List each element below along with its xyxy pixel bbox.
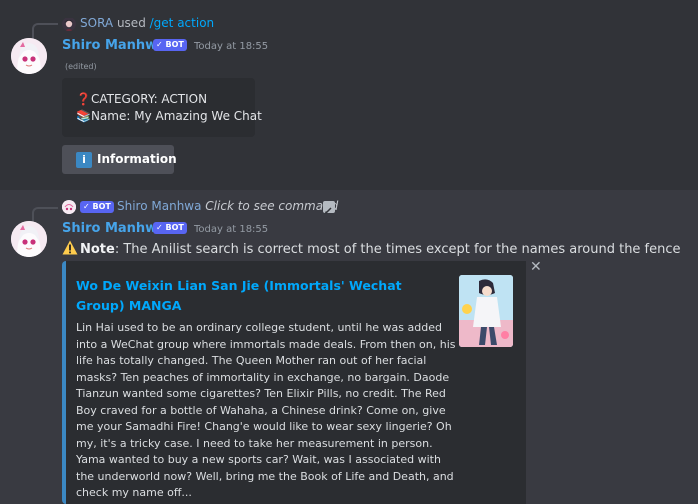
context-used-text: used [116, 16, 146, 30]
info-icon: i [76, 152, 92, 168]
embed-description: Lin Hai used to be an ordinary college s… [76, 321, 456, 499]
timestamp-2[interactable]: Today at 18:55 [194, 224, 268, 235]
click-to-see-command[interactable]: Click to see command [205, 199, 338, 213]
question-icon: ❓ [76, 92, 91, 106]
shiro-avatar-2[interactable] [11, 221, 47, 257]
context-username[interactable]: SORA [80, 16, 113, 30]
note-text: : The Anilist search is correct most of … [114, 242, 681, 257]
name-line: 📚Name: My Amazing We Chat [76, 109, 262, 123]
reply-connector [32, 23, 58, 41]
command-context-2: Shiro Manhwa Click to see command [117, 199, 338, 213]
note-line: Note: The Anilist search is correct most… [62, 240, 681, 257]
message-1: SORA used /get action Shiro Manhwa ✓ BOT… [0, 0, 698, 190]
manga-thumbnail[interactable] [459, 275, 513, 347]
category-text: CATEGORY: ACTION [90, 92, 208, 106]
sora-avatar[interactable] [62, 17, 76, 31]
author-name-2[interactable]: Shiro Manhwa [62, 221, 166, 236]
information-label: Information [97, 152, 177, 166]
category-line: ❓CATEGORY: ACTION [76, 92, 207, 106]
timestamp[interactable]: Today at 18:55 [194, 41, 268, 52]
author-name[interactable]: Shiro Manhwa [62, 38, 166, 53]
bot-tag: ✓ BOT [153, 39, 187, 51]
embed-title[interactable]: Wo De Weixin Lian San Jie (Immortals' We… [76, 276, 426, 316]
books-icon: 📚 [76, 109, 91, 123]
result-box: ❓CATEGORY: ACTION 📚Name: My Amazing We C… [62, 78, 262, 137]
context-bot-tag: ✓ BOT [80, 201, 114, 213]
name-text: Name: My Amazing We Chat [90, 109, 262, 123]
bot-tag-2: ✓ BOT [153, 222, 187, 234]
manga-embed: Wo De Weixin Lian San Jie (Immortals' We… [62, 261, 526, 504]
context-username-2[interactable]: Shiro Manhwa [117, 199, 201, 213]
shiro-avatar[interactable] [11, 38, 47, 74]
note-bold: Note [80, 242, 115, 257]
information-button[interactable]: i Information [62, 145, 177, 174]
command-icon[interactable] [323, 201, 335, 214]
command-context: SORA used /get action [80, 16, 214, 30]
warning-icon [62, 240, 78, 255]
close-icon[interactable]: ✕ [530, 260, 542, 274]
context-command[interactable]: /get action [150, 16, 215, 30]
edited-label: (edited) [65, 62, 97, 71]
shiro-small-avatar[interactable] [62, 200, 76, 214]
